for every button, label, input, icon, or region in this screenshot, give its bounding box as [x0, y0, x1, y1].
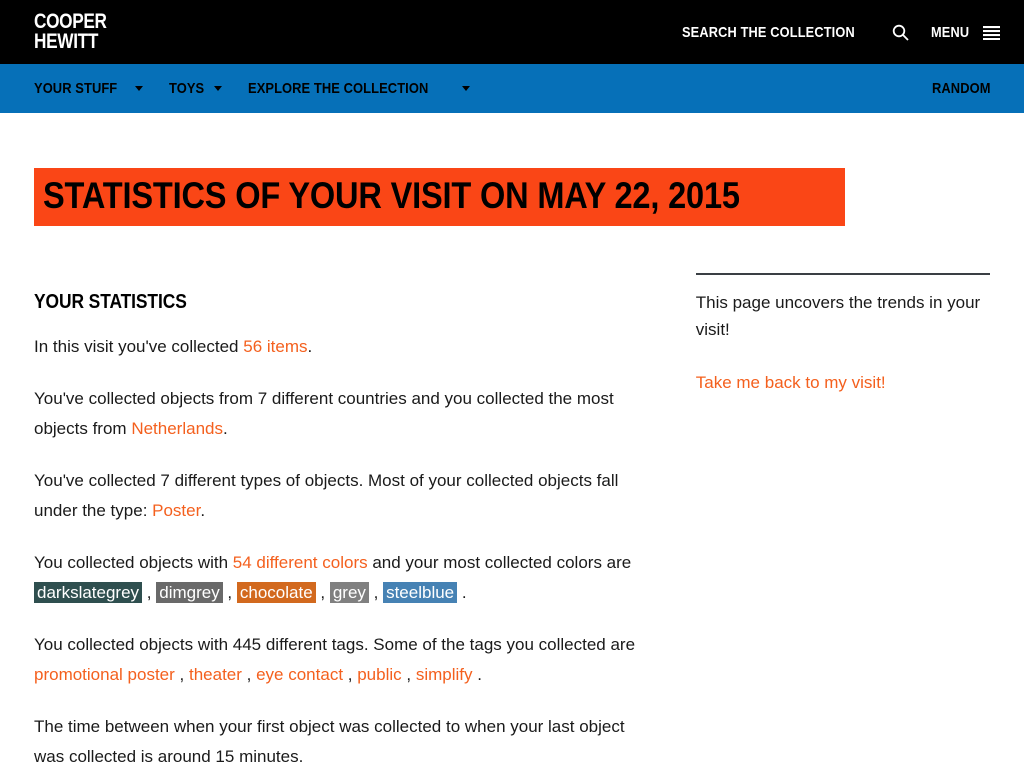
nav-items: YOUR STUFF TOYS EXPLORE THE COLLECTION: [34, 80, 470, 97]
stat-text: .: [200, 500, 206, 520]
stat-text: .: [477, 664, 482, 684]
nav-label: TOYS: [168, 80, 205, 97]
stat-text: .: [307, 336, 313, 356]
chevron-down-icon: [213, 86, 222, 91]
stat-items-collected: In this visit you've collected 56 items.: [34, 332, 644, 362]
stat-text: .: [461, 582, 467, 602]
page-title-container: STATISTICS OF YOUR VISIT ON MAY 22, 2015: [0, 113, 1024, 251]
stat-text: and your most collected colors are: [367, 552, 632, 572]
sidebar-column: This page uncovers the trends in your vi…: [695, 251, 990, 396]
separator: ,: [241, 664, 257, 684]
section-heading-text: YOUR STATISTICS: [34, 290, 187, 313]
stat-colors: You collected objects with 54 different …: [34, 548, 644, 608]
search-the-collection-button[interactable]: SEARCH THE COLLECTION: [682, 24, 909, 41]
sidebar-divider: [695, 272, 990, 275]
sidebar-description: This page uncovers the trends in your vi…: [695, 292, 981, 339]
menu-button[interactable]: MENU: [931, 24, 1000, 41]
site-logo[interactable]: COOPER HEWITT: [34, 10, 107, 53]
stat-countries: You've collected objects from 7 differen…: [34, 384, 644, 444]
separator: ,: [401, 664, 416, 684]
logo-line-1: COOPER: [34, 10, 107, 33]
stat-tags: You collected objects with 445 different…: [34, 630, 644, 690]
country-link[interactable]: Netherlands: [131, 419, 223, 438]
header-actions: SEARCH THE COLLECTION MENU: [682, 24, 1000, 41]
separator: ,: [368, 582, 384, 602]
primary-navigation: YOUR STUFF TOYS EXPLORE THE COLLECTION R…: [0, 64, 1024, 113]
nav-label: YOUR STUFF: [34, 80, 118, 97]
stat-text: You've collected objects from 7 differen…: [34, 388, 614, 438]
separator: ,: [315, 582, 330, 602]
color-swatch-dimgrey[interactable]: dimgrey: [156, 581, 223, 603]
colors-count-link[interactable]: 54 different colors: [233, 553, 368, 572]
menu-label: MENU: [931, 23, 970, 41]
nav-item-toys[interactable]: TOYS: [169, 80, 222, 97]
tag-link-theater[interactable]: theater: [189, 665, 242, 684]
stat-text: .: [222, 418, 228, 438]
color-swatch-grey[interactable]: grey: [329, 581, 369, 603]
section-heading-your-statistics: YOUR STATISTICS: [34, 291, 644, 314]
back-to-visit-link[interactable]: Take me back to my visit!: [696, 373, 886, 392]
items-count-link[interactable]: 56 items: [243, 337, 307, 356]
stat-text: You collected objects with: [34, 552, 233, 572]
stat-text: You collected objects with 445 different…: [34, 634, 636, 654]
separator: ,: [174, 664, 189, 684]
nav-label: RANDOM: [931, 80, 991, 97]
stat-text: In this visit you've collected: [34, 336, 244, 356]
page-title-text: STATISTICS OF YOUR VISIT ON MAY 22, 2015: [43, 174, 740, 216]
nav-label: EXPLORE THE COLLECTION: [247, 80, 429, 97]
chevron-down-icon: [134, 86, 143, 91]
stat-text: You've collected 7 different types of ob…: [34, 470, 619, 520]
color-swatch-steelblue[interactable]: steelblue: [383, 581, 458, 603]
separator: ,: [222, 582, 237, 602]
logo-line-2: HEWITT: [34, 30, 99, 53]
site-header: COOPER HEWITT SEARCH THE COLLECTION MENU: [0, 0, 1024, 64]
color-swatch-chocolate[interactable]: chocolate: [236, 581, 316, 603]
chevron-down-icon: [461, 86, 470, 91]
hamburger-menu-icon: [983, 25, 1000, 40]
color-swatch-list: darkslategrey , dimgrey , chocolate , gr…: [34, 581, 462, 603]
color-swatch-darkslategrey[interactable]: darkslategrey: [34, 581, 143, 603]
tag-link-list: promotional poster , theater , eye conta…: [34, 665, 477, 684]
tag-link-simplify[interactable]: simplify: [416, 665, 473, 684]
separator: ,: [343, 664, 358, 684]
page-title: STATISTICS OF YOUR VISIT ON MAY 22, 2015: [34, 167, 845, 226]
tag-link-eye-contact[interactable]: eye contact: [256, 665, 343, 684]
search-icon: [892, 24, 909, 41]
tag-link-promotional-poster[interactable]: promotional poster: [34, 665, 175, 684]
nav-item-random[interactable]: RANDOM: [932, 80, 1000, 97]
search-label: SEARCH THE COLLECTION: [681, 23, 855, 41]
tag-link-public[interactable]: public: [357, 665, 401, 684]
statistics-column: YOUR STATISTICS In this visit you've col…: [34, 251, 644, 772]
stat-object-types: You've collected 7 different types of ob…: [34, 466, 644, 526]
page-content: YOUR STATISTICS In this visit you've col…: [0, 251, 1024, 772]
stat-duration: The time between when your first object …: [34, 716, 625, 766]
nav-item-your-stuff[interactable]: YOUR STUFF: [34, 80, 143, 97]
separator: ,: [142, 582, 157, 602]
nav-item-explore-the-collection[interactable]: EXPLORE THE COLLECTION: [248, 80, 470, 97]
object-type-link[interactable]: Poster: [152, 501, 200, 520]
